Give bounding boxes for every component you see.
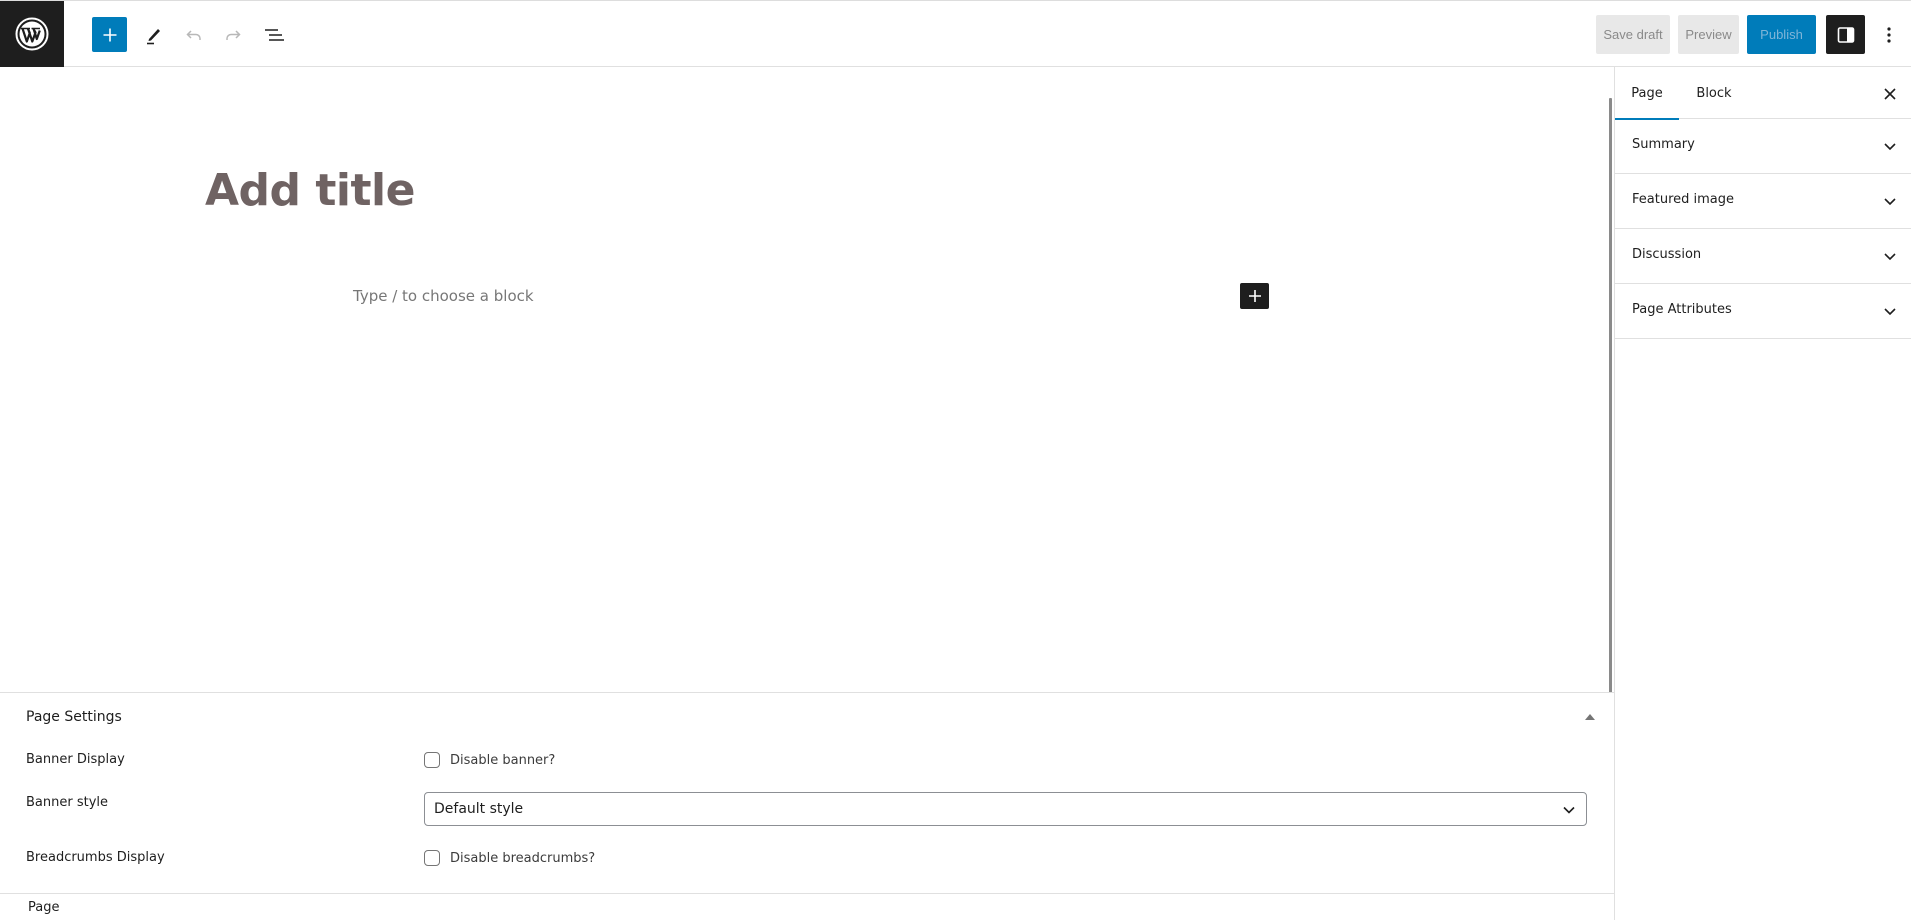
tab-page[interactable]: Page: [1615, 67, 1679, 120]
editor-footer: Page: [0, 893, 1614, 920]
disable-banner-label: Disable banner?: [450, 752, 556, 768]
chevron-down-icon: [1884, 143, 1896, 151]
settings-toggle-button[interactable]: [1826, 15, 1865, 54]
disable-breadcrumbs-label: Disable breadcrumbs?: [450, 850, 596, 866]
panel-page-attributes[interactable]: Page Attributes: [1615, 284, 1911, 339]
chevron-down-icon: [1884, 198, 1896, 206]
plus-icon: [103, 28, 116, 41]
disable-breadcrumbs-checkbox[interactable]: [424, 850, 440, 866]
disable-banner-checkbox[interactable]: [424, 752, 440, 768]
tab-block[interactable]: Block: [1679, 67, 1749, 119]
redo-button[interactable]: [216, 17, 250, 53]
metabox-title: Page Settings: [26, 709, 122, 725]
panel-featured-image-label: Featured image: [1632, 192, 1735, 207]
panel-featured-image[interactable]: Featured image: [1615, 174, 1911, 229]
block-inserter-button[interactable]: [1240, 283, 1269, 309]
redo-icon: [226, 30, 241, 40]
wordpress-logo-icon: [15, 17, 49, 51]
chevron-down-icon: [1884, 253, 1896, 261]
sidebar-tabs: Page Block: [1615, 67, 1911, 120]
close-sidebar-button[interactable]: [1879, 83, 1901, 105]
footer-breadcrumb-page[interactable]: Page: [28, 900, 59, 915]
close-icon: [1884, 88, 1896, 100]
list-view-icon: [265, 29, 284, 41]
panel-summary-label: Summary: [1632, 137, 1695, 152]
banner-style-label: Banner style: [26, 795, 109, 810]
panel-summary[interactable]: Summary: [1615, 119, 1911, 174]
sidebar-toggle-icon: [1837, 26, 1854, 43]
undo-button[interactable]: [177, 17, 211, 53]
page-settings-metabox: Page Settings Banner Display Disable ban…: [0, 692, 1614, 893]
panel-page-attributes-label: Page Attributes: [1632, 302, 1732, 317]
preview-button[interactable]: Preview: [1678, 15, 1739, 54]
add-block-button[interactable]: [92, 17, 127, 52]
settings-sidebar: Page Block Summary Featured image Discus…: [1614, 67, 1911, 920]
list-view-button[interactable]: [257, 17, 291, 53]
undo-icon: [186, 30, 201, 40]
more-vertical-icon: [1887, 26, 1891, 43]
editor-header: Save draft Preview Publish: [0, 0, 1911, 67]
pencil-icon: [147, 29, 160, 45]
banner-display-label: Banner Display: [26, 752, 125, 767]
panel-discussion[interactable]: Discussion: [1615, 229, 1911, 284]
tools-button[interactable]: [137, 17, 171, 53]
triangle-up-icon: [1585, 714, 1595, 720]
post-title-input[interactable]: Add title: [205, 165, 415, 216]
disable-breadcrumbs-option[interactable]: Disable breadcrumbs?: [424, 850, 595, 866]
chevron-down-icon: [1563, 806, 1575, 814]
banner-style-value: Default style: [434, 801, 524, 817]
wordpress-logo-button[interactable]: [0, 1, 64, 67]
editor-canvas: Add title Type / to choose a block: [0, 67, 1614, 692]
panel-discussion-label: Discussion: [1632, 247, 1702, 262]
block-placeholder[interactable]: Type / to choose a block: [353, 287, 534, 305]
chevron-down-icon: [1884, 308, 1896, 316]
disable-banner-option[interactable]: Disable banner?: [424, 752, 555, 768]
banner-style-select[interactable]: Default style: [424, 792, 1587, 826]
plus-icon: [1248, 290, 1261, 302]
options-menu-button[interactable]: [1876, 15, 1902, 54]
save-draft-button[interactable]: Save draft: [1596, 15, 1670, 54]
publish-button[interactable]: Publish: [1747, 15, 1816, 54]
breadcrumbs-display-label: Breadcrumbs Display: [26, 850, 165, 865]
metabox-collapse-button[interactable]: [1583, 711, 1597, 723]
